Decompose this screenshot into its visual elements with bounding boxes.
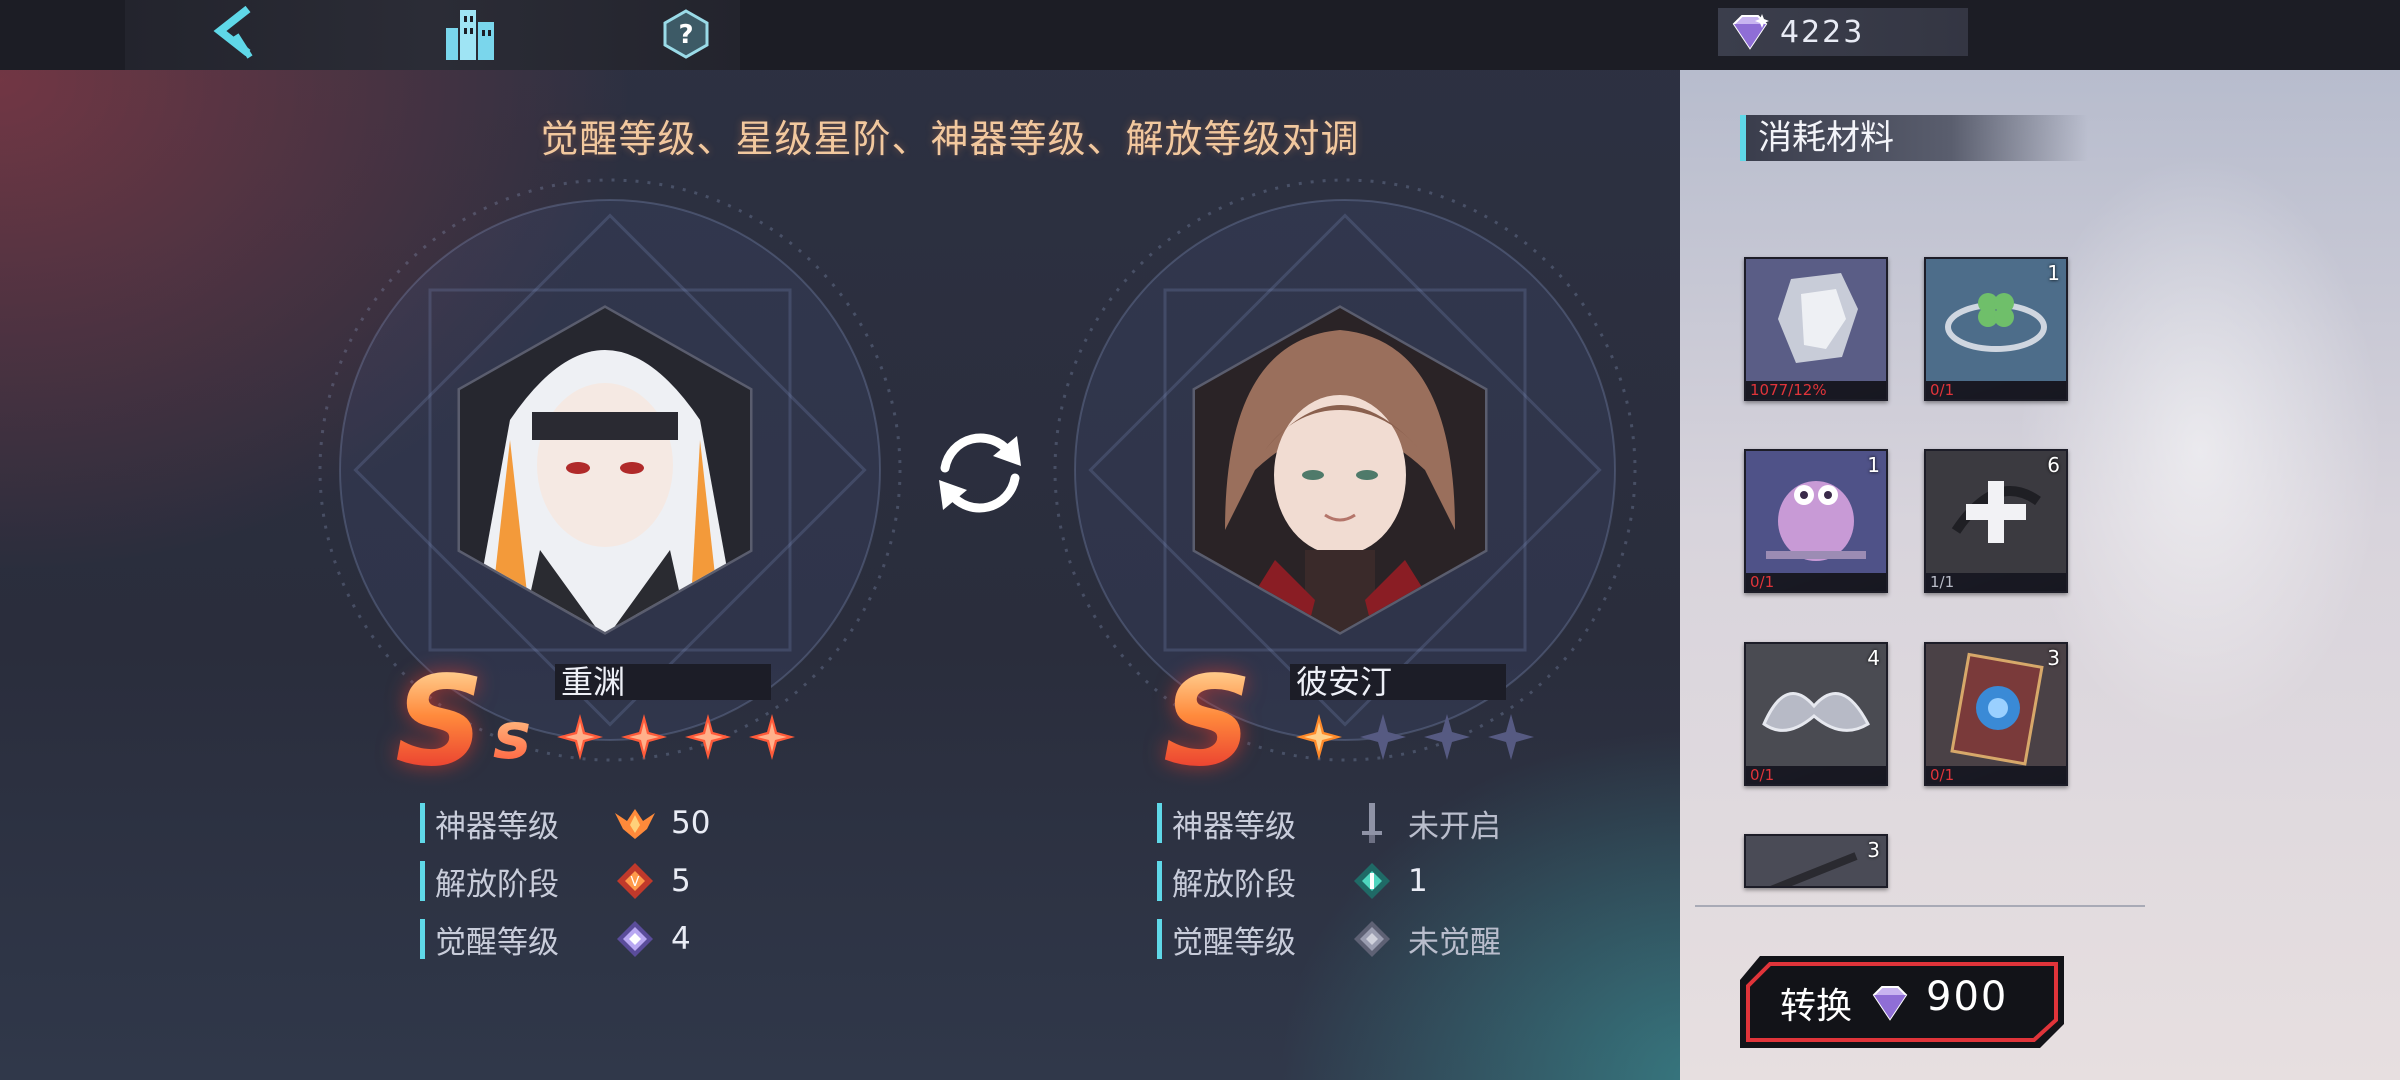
- star-filled-icon: [685, 714, 731, 760]
- left-stats: 神器等级 50 解放阶段 V 5 觉醒等级 4: [420, 794, 710, 968]
- city-button[interactable]: [440, 4, 500, 64]
- stat-label: 解放阶段: [435, 866, 559, 903]
- stat-value: 50: [671, 805, 711, 841]
- stat-value: 未觉醒: [1408, 924, 1501, 961]
- convert-button[interactable]: 转换 900: [1736, 952, 2068, 1052]
- star-empty-icon: [1424, 714, 1470, 760]
- back-arrow-icon: [213, 5, 253, 59]
- crystal-shard-icon: [1746, 259, 1886, 381]
- left-stat-artifact: 神器等级 50: [420, 794, 710, 852]
- item-count: 3: [1867, 838, 1880, 862]
- item-requirement: 1/1: [1926, 573, 2066, 591]
- item-requirement: 0/1: [1746, 573, 1886, 591]
- left-star-row: [555, 712, 797, 762]
- stat-accent-bar: [420, 861, 425, 901]
- stat-accent-bar: [1157, 861, 1162, 901]
- material-plus-box[interactable]: 6 1/1: [1924, 449, 2068, 593]
- svg-text:?: ?: [678, 20, 693, 50]
- star-filled-icon: [1296, 714, 1342, 760]
- item-count: 1: [1867, 453, 1880, 477]
- item-requirement: 0/1: [1926, 381, 2066, 399]
- item-count: 1: [2047, 261, 2060, 285]
- material-silver-ribbon[interactable]: 4 0/1: [1744, 642, 1888, 786]
- left-stat-liberation: 解放阶段 V 5: [420, 852, 710, 910]
- right-stats: 神器等级 未开启 解放阶段 1 觉醒等级 未觉醒: [1157, 794, 1501, 968]
- stat-value: 5: [671, 863, 691, 899]
- right-character-portrait[interactable]: [1185, 300, 1495, 640]
- material-crystal-shard[interactable]: 1077/12%: [1744, 257, 1888, 401]
- liberation-gem-icon: [1350, 859, 1394, 903]
- stat-value: 4: [671, 921, 691, 957]
- diamond-icon: [1872, 986, 1908, 1021]
- item-requirement: 1077/12%: [1746, 381, 1886, 399]
- right-stat-artifact: 神器等级 未开启: [1157, 794, 1501, 852]
- help-button[interactable]: ?: [660, 8, 712, 60]
- diamond-icon: [1732, 14, 1769, 50]
- panel-divider: [1695, 905, 2145, 907]
- material-owl-figure[interactable]: 1 0/1: [1744, 449, 1888, 593]
- star-empty-icon: [1488, 714, 1534, 760]
- left-character-portrait[interactable]: [450, 300, 760, 640]
- stat-accent-bar: [1157, 803, 1162, 843]
- stat-value: 未开启: [1408, 808, 1501, 845]
- back-button[interactable]: [205, 2, 265, 64]
- currency-value: 4223: [1780, 14, 1865, 50]
- artifact-wings-icon: [613, 801, 657, 845]
- stat-accent-bar: [420, 919, 425, 959]
- right-stat-awaken: 觉醒等级 未觉醒: [1157, 910, 1501, 968]
- stat-label: 觉醒等级: [1172, 924, 1296, 961]
- material-book[interactable]: 3 0/1: [1924, 642, 2068, 786]
- left-character-name: 重渊: [555, 664, 771, 700]
- city-buildings-icon: [446, 10, 494, 60]
- materials-title: 消耗材料: [1740, 115, 2088, 161]
- star-filled-icon: [557, 714, 603, 760]
- star-filled-icon: [749, 714, 795, 760]
- left-rank-letter: S: [395, 650, 485, 794]
- right-rank-letter: S: [1163, 650, 1253, 794]
- currency-display: 4223: [1718, 8, 1968, 56]
- book-icon: [1926, 644, 2066, 766]
- awaken-crystal-icon: [1350, 917, 1394, 961]
- material-clover-bracelet[interactable]: 1 0/1: [1924, 257, 2068, 401]
- right-star-row: [1294, 712, 1536, 762]
- convert-label: 转换: [1780, 986, 1853, 1027]
- stat-label: 神器等级: [1172, 808, 1296, 845]
- left-rank-suffix: s: [493, 700, 532, 774]
- item-count: 3: [2047, 646, 2060, 670]
- item-count: 4: [1867, 646, 1880, 670]
- question-mark-icon: ?: [663, 9, 709, 59]
- owl-figure-icon: [1746, 451, 1886, 573]
- artifact-sword-icon: [1350, 801, 1394, 845]
- stat-value: 1: [1408, 863, 1428, 899]
- plus-icon: [1926, 451, 2066, 573]
- stat-accent-bar: [420, 803, 425, 843]
- stat-label: 觉醒等级: [435, 924, 559, 961]
- stat-label: 神器等级: [435, 808, 559, 845]
- svg-text:V: V: [631, 875, 640, 890]
- liberation-gem-icon: V: [613, 859, 657, 903]
- item-count: 6: [2047, 453, 2060, 477]
- stat-accent-bar: [1157, 919, 1162, 959]
- left-stat-awaken: 觉醒等级 4: [420, 910, 710, 968]
- clover-bracelet-icon: [1926, 259, 2066, 381]
- convert-price: 900: [1926, 974, 2009, 1020]
- star-empty-icon: [1360, 714, 1406, 760]
- material-dark-item[interactable]: 3: [1744, 834, 1888, 888]
- right-character-name: 彼安汀: [1290, 664, 1506, 700]
- swap-arrows-icon[interactable]: [925, 418, 1035, 528]
- star-filled-icon: [621, 714, 667, 760]
- item-requirement: 0/1: [1746, 766, 1886, 784]
- awaken-crystal-icon: [613, 917, 657, 961]
- top-bar: [0, 0, 2400, 70]
- right-stat-liberation: 解放阶段 1: [1157, 852, 1501, 910]
- dark-item-icon: [1746, 836, 1886, 886]
- item-requirement: 0/1: [1926, 766, 2066, 784]
- silver-ribbon-icon: [1746, 644, 1886, 766]
- stat-label: 解放阶段: [1172, 866, 1296, 903]
- swap-description: 觉醒等级、星级星阶、神器等级、解放等级对调: [540, 117, 1360, 161]
